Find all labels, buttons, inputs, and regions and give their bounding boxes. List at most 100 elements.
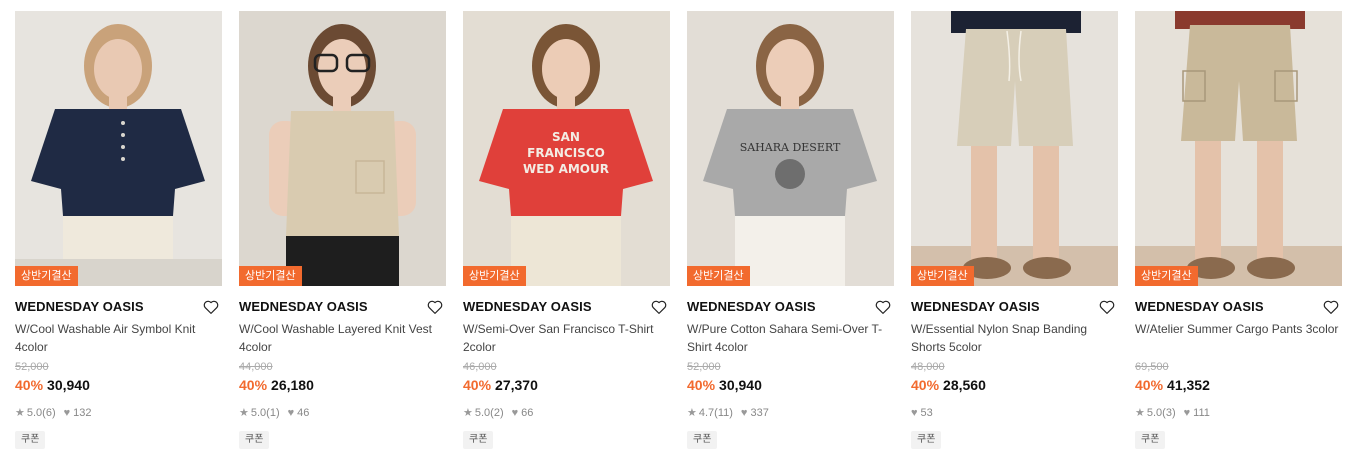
- product-name[interactable]: W/Cool Washable Air Symbol Knit 4color: [15, 320, 222, 356]
- sale-price: 30,940: [719, 377, 762, 393]
- heart-filled-icon: ♥: [63, 407, 71, 419]
- discount-rate: 40%: [463, 377, 492, 393]
- heart-filled-icon: ♥: [287, 407, 295, 419]
- product-name[interactable]: W/Essential Nylon Snap Banding Shorts 5c…: [911, 320, 1118, 356]
- like-count: 46: [297, 407, 310, 419]
- brand-name[interactable]: WEDNESDAY OASIS: [15, 299, 144, 314]
- product-image[interactable]: 상반기결산: [911, 11, 1118, 286]
- rating-value: 5.0: [250, 407, 267, 419]
- coupon-badge: 쿠폰: [15, 431, 46, 449]
- product-image[interactable]: 상반기결산: [1135, 11, 1342, 286]
- product-stats: ♥ 53: [911, 406, 1118, 420]
- like-count: 337: [750, 407, 769, 419]
- discount-rate: 40%: [15, 377, 44, 393]
- product-card[interactable]: 상반기결산 WEDNESDAY OASIS W/Cool Washable La…: [239, 11, 446, 449]
- original-price: 46,000: [463, 361, 497, 373]
- svg-text:WED AMOUR: WED AMOUR: [523, 162, 609, 176]
- product-stats: ★ 5.0 (1) ♥ 46: [239, 406, 446, 420]
- product-stats: ★ 4.7 (11) ♥ 337: [687, 406, 894, 420]
- review-count: (2): [490, 407, 504, 419]
- star-icon: ★: [687, 407, 697, 419]
- star-icon: ★: [15, 407, 25, 419]
- brand-name[interactable]: WEDNESDAY OASIS: [463, 299, 592, 314]
- product-stats: ★ 5.0 (6) ♥ 132: [15, 406, 222, 420]
- brand-name[interactable]: WEDNESDAY OASIS: [687, 299, 816, 314]
- rating-value: 5.0: [1146, 407, 1163, 419]
- model-photo: [239, 11, 446, 286]
- sale-price: 28,560: [943, 377, 986, 393]
- sale-price: 27,370: [495, 377, 538, 393]
- rating-value: 5.0: [474, 407, 491, 419]
- sale-badge: 상반기결산: [1135, 266, 1198, 286]
- original-price: 44,000: [239, 361, 273, 373]
- model-photo: [911, 11, 1118, 286]
- product-stats: ★ 5.0 (3) ♥ 111: [1135, 406, 1342, 420]
- brand-name[interactable]: WEDNESDAY OASIS: [911, 299, 1040, 314]
- heart-filled-icon: ♥: [511, 407, 519, 419]
- original-price: 69,500: [1135, 361, 1169, 373]
- coupon-badge: 쿠폰: [463, 431, 494, 449]
- like-count: 53: [920, 407, 933, 419]
- model-photo: [1135, 11, 1342, 286]
- rating-value: 4.7: [698, 407, 715, 419]
- sale-badge: 상반기결산: [911, 266, 974, 286]
- product-card[interactable]: SAN FRANCISCO WED AMOUR 상반기결산 WEDNESDAY OA…: [463, 11, 670, 449]
- product-grid: 상반기결산 WEDNESDAY OASIS W/Cool Washable Ai…: [0, 0, 1351, 470]
- product-name[interactable]: W/Atelier Summer Cargo Pants 3color: [1135, 320, 1342, 356]
- product-card[interactable]: 상반기결산 WEDNESDAY OASIS W/Cool Washable Ai…: [15, 11, 222, 449]
- svg-text:SAHARA DESERT: SAHARA DESERT: [740, 141, 841, 154]
- product-name[interactable]: W/Cool Washable Layered Knit Vest 4color: [239, 320, 446, 356]
- sale-badge: 상반기결산: [15, 266, 78, 286]
- like-count: 111: [1193, 407, 1210, 419]
- heart-filled-icon: ♥: [1183, 407, 1191, 419]
- coupon-badge: 쿠폰: [1135, 431, 1166, 449]
- discount-rate: 40%: [687, 377, 716, 393]
- heart-filled-icon: ♥: [740, 407, 748, 419]
- coupon-badge: 쿠폰: [687, 431, 718, 449]
- review-count: (11): [714, 407, 733, 419]
- sale-price: 30,940: [47, 377, 90, 393]
- sale-price: 26,180: [271, 377, 314, 393]
- sale-price: 41,352: [1167, 377, 1210, 393]
- review-count: (3): [1162, 407, 1176, 419]
- like-count: 66: [521, 407, 534, 419]
- discount-rate: 40%: [911, 377, 940, 393]
- heart-outline-icon[interactable]: [874, 298, 892, 316]
- like-count: 132: [73, 407, 92, 419]
- rating-value: 5.0: [26, 407, 43, 419]
- product-name[interactable]: W/Pure Cotton Sahara Semi-Over T-Shirt 4…: [687, 320, 894, 356]
- brand-name[interactable]: WEDNESDAY OASIS: [239, 299, 368, 314]
- heart-outline-icon[interactable]: [650, 298, 668, 316]
- svg-text:SAN: SAN: [552, 130, 580, 144]
- heart-outline-icon[interactable]: [202, 298, 220, 316]
- heart-filled-icon: ♥: [911, 407, 918, 419]
- product-name[interactable]: W/Semi-Over San Francisco T-Shirt 2color: [463, 320, 670, 356]
- model-photo: SAHARA DESERT: [687, 11, 894, 286]
- heart-outline-icon[interactable]: [1098, 298, 1116, 316]
- product-image[interactable]: SAN FRANCISCO WED AMOUR 상반기결산: [463, 11, 670, 286]
- original-price: 52,000: [15, 361, 49, 373]
- review-count: (6): [42, 407, 56, 419]
- sale-badge: 상반기결산: [463, 266, 526, 286]
- product-image[interactable]: SAHARA DESERT 상반기결산: [687, 11, 894, 286]
- heart-outline-icon[interactable]: [1322, 298, 1340, 316]
- product-image[interactable]: 상반기결산: [239, 11, 446, 286]
- original-price: 52,000: [687, 361, 721, 373]
- product-stats: ★ 5.0 (2) ♥ 66: [463, 406, 670, 420]
- coupon-badge: 쿠폰: [239, 431, 270, 449]
- coupon-badge: 쿠폰: [911, 431, 942, 449]
- star-icon: ★: [239, 407, 249, 419]
- discount-rate: 40%: [1135, 377, 1164, 393]
- product-image[interactable]: 상반기결산: [15, 11, 222, 286]
- product-card[interactable]: 상반기결산 WEDNESDAY OASIS W/Essential Nylon …: [911, 11, 1118, 449]
- model-photo: SAN FRANCISCO WED AMOUR: [463, 11, 670, 286]
- star-icon: ★: [1135, 407, 1145, 419]
- original-price: 48,000: [911, 361, 945, 373]
- review-count: (1): [266, 407, 280, 419]
- brand-name[interactable]: WEDNESDAY OASIS: [1135, 299, 1264, 314]
- product-card[interactable]: 상반기결산 WEDNESDAY OASIS W/Atelier Summer C…: [1135, 11, 1342, 449]
- product-card[interactable]: SAHARA DESERT 상반기결산 WEDNESDAY OASIS W/Pu…: [687, 11, 894, 449]
- svg-text:FRANCISCO: FRANCISCO: [527, 146, 605, 160]
- sale-badge: 상반기결산: [239, 266, 302, 286]
- heart-outline-icon[interactable]: [426, 298, 444, 316]
